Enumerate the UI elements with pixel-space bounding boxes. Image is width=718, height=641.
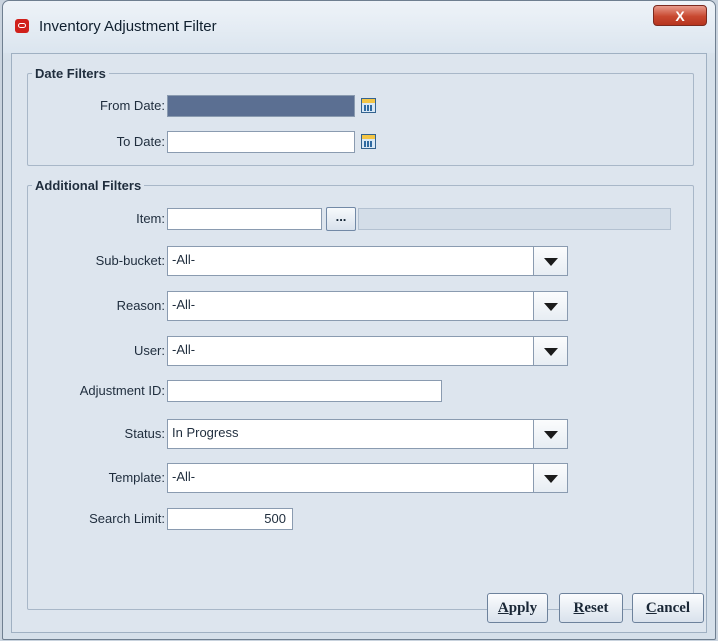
cancel-mnemonic: C bbox=[645, 600, 657, 616]
to-date-label: To Date: bbox=[116, 134, 165, 149]
sub-bucket-value: -All- bbox=[172, 252, 196, 267]
app-icon bbox=[15, 19, 29, 33]
template-label: Template: bbox=[108, 470, 165, 485]
reset-button[interactable]: Reset bbox=[559, 593, 623, 623]
apply-label-rest: pply bbox=[508, 600, 538, 616]
item-lookup-button[interactable]: ... bbox=[326, 207, 356, 231]
to-date-input[interactable] bbox=[167, 131, 355, 153]
dialog-window: Inventory Adjustment Filter X Date Filte… bbox=[2, 0, 716, 640]
apply-mnemonic: A bbox=[497, 600, 509, 616]
calendar-icon[interactable] bbox=[361, 98, 376, 113]
calendar-icon[interactable] bbox=[361, 134, 376, 149]
additional-filters-legend: Additional Filters bbox=[35, 178, 142, 193]
to-date-row: To Date: bbox=[12, 130, 712, 154]
adjustment-id-row: Adjustment ID: bbox=[12, 379, 712, 403]
dialog-body: Date Filters From Date: To Date: Additio… bbox=[11, 53, 707, 633]
search-limit-label: Search Limit: bbox=[89, 511, 165, 526]
title-bar[interactable]: Inventory Adjustment Filter X bbox=[3, 1, 715, 53]
user-label: User: bbox=[133, 343, 165, 358]
reset-mnemonic: R bbox=[573, 600, 585, 616]
template-value: -All- bbox=[172, 469, 196, 484]
adjustment-id-input[interactable] bbox=[167, 380, 442, 402]
status-value: In Progress bbox=[172, 425, 239, 440]
chevron-down-icon[interactable] bbox=[533, 337, 567, 365]
chevron-down-icon[interactable] bbox=[533, 247, 567, 275]
template-row: Template: -All- bbox=[12, 463, 712, 493]
item-description-field bbox=[358, 208, 671, 230]
chevron-down-icon[interactable] bbox=[533, 420, 567, 448]
cancel-label-rest: ancel bbox=[656, 600, 691, 616]
chevron-down-icon[interactable] bbox=[533, 464, 567, 492]
reason-select[interactable]: -All- bbox=[167, 291, 568, 321]
status-label: Status: bbox=[124, 426, 165, 441]
close-icon: X bbox=[675, 8, 685, 24]
reason-value: -All- bbox=[172, 297, 196, 312]
item-label: Item: bbox=[136, 211, 165, 226]
reason-row: Reason: -All- bbox=[12, 291, 712, 321]
item-input[interactable] bbox=[167, 208, 322, 230]
user-row: User: -All- bbox=[12, 336, 712, 366]
from-date-row: From Date: bbox=[12, 94, 712, 118]
search-limit-input[interactable]: 500 bbox=[167, 508, 293, 530]
window-title: Inventory Adjustment Filter bbox=[39, 18, 217, 35]
item-row: Item: ... bbox=[12, 207, 712, 231]
user-value: -All- bbox=[172, 342, 196, 357]
status-row: Status: In Progress bbox=[12, 419, 712, 449]
from-date-label: From Date: bbox=[99, 98, 165, 113]
close-button[interactable]: X bbox=[653, 5, 707, 26]
template-select[interactable]: -All- bbox=[167, 463, 568, 493]
from-date-input[interactable] bbox=[167, 95, 355, 117]
user-select[interactable]: -All- bbox=[167, 336, 568, 366]
date-filters-legend: Date Filters bbox=[35, 66, 106, 81]
search-limit-row: Search Limit: 500 bbox=[12, 507, 712, 531]
sub-bucket-row: Sub-bucket: -All- bbox=[12, 246, 712, 276]
chevron-down-icon[interactable] bbox=[533, 292, 567, 320]
sub-bucket-select[interactable]: -All- bbox=[167, 246, 568, 276]
status-select[interactable]: In Progress bbox=[167, 419, 568, 449]
reset-label-rest: eset bbox=[584, 600, 609, 616]
apply-button[interactable]: Apply bbox=[487, 593, 548, 623]
sub-bucket-label: Sub-bucket: bbox=[95, 253, 165, 268]
cancel-button[interactable]: Cancel bbox=[632, 593, 704, 623]
reason-label: Reason: bbox=[116, 298, 165, 313]
adjustment-id-label: Adjustment ID: bbox=[79, 383, 165, 398]
